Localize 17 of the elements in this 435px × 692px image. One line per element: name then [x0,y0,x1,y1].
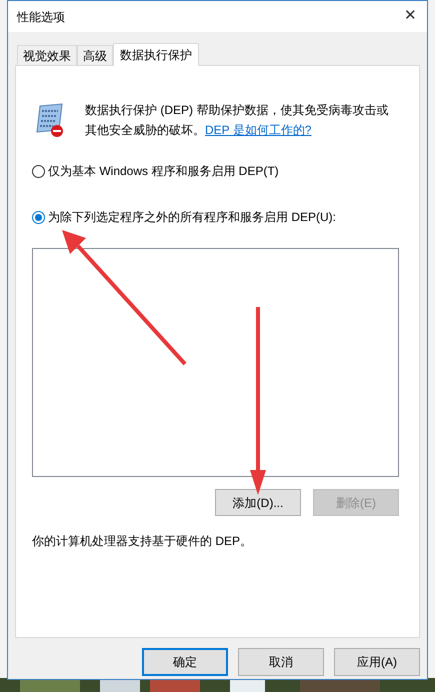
dep-help-link[interactable]: DEP 是如何工作的? [205,123,312,137]
radio-option[interactable]: 为除下列选定程序之外的所有程序和服务启用 DEP(U): [32,208,399,226]
tab[interactable]: 数据执行保护 [113,43,199,66]
close-button[interactable]: ✕ [404,5,417,28]
tab[interactable]: 高级 [77,45,113,65]
radio-option[interactable]: 仅为基本 Windows 程序和服务启用 DEP(T) [32,162,399,180]
dialog-button[interactable]: 确定 [142,648,228,676]
program-list[interactable] [32,248,399,477]
support-note: 你的计算机处理器支持基于硬件的 DEP。 [32,533,254,550]
radio-button[interactable] [32,210,45,224]
window-title: 性能选项 [17,8,65,26]
list-button[interactable]: 添加(D)... [215,489,301,516]
dialog-button[interactable]: 应用(A) [334,648,420,676]
dep-description: 数据执行保护 (DEP) 帮助保护数据，使其免受病毒攻击或其他安全威胁的破坏。DEP 是如何工作的? [85,102,390,139]
tab[interactable]: 视觉效果 [17,45,77,65]
dialog-button[interactable]: 取消 [238,648,324,676]
radio-button[interactable] [32,164,45,178]
